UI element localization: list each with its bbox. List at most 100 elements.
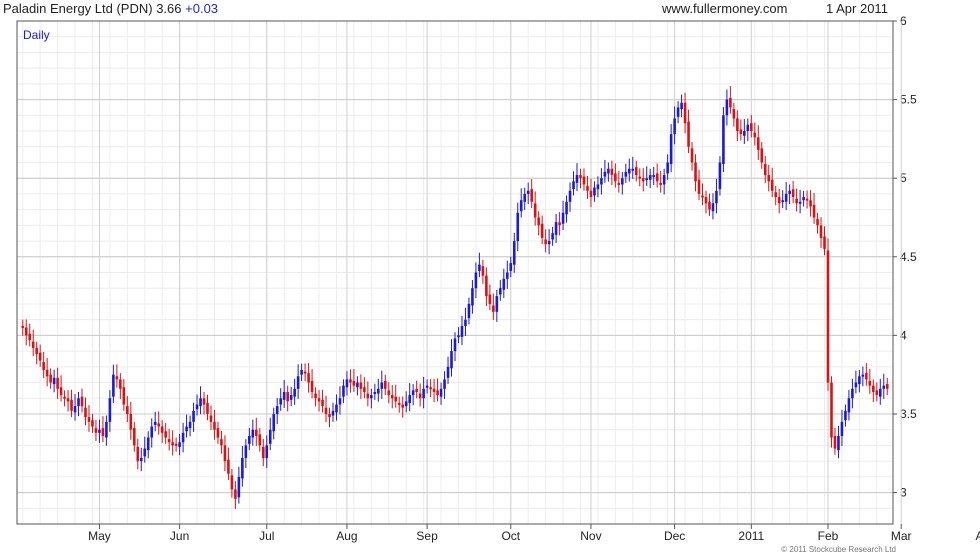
candle-body: [115, 376, 119, 380]
candle-body: [268, 429, 272, 444]
candle-body: [439, 388, 443, 397]
candle-body: [791, 189, 795, 198]
candle-body: [377, 388, 380, 394]
candle-body: [784, 193, 788, 202]
candle-body: [105, 421, 108, 438]
candle-body: [171, 442, 174, 446]
candle-body: [98, 429, 101, 433]
candle-body: [202, 398, 206, 405]
candle-body: [404, 401, 408, 407]
candle-body: [729, 98, 732, 108]
x-tick-label: Sep: [416, 529, 438, 543]
candle-body: [77, 398, 80, 407]
candle-body: [492, 305, 495, 312]
candle-body: [722, 115, 725, 165]
candle-body: [652, 175, 655, 178]
candle-body: [178, 442, 181, 447]
candle-body: [568, 190, 572, 202]
candle-body: [342, 385, 345, 397]
x-tick-label: Aug: [336, 529, 357, 543]
candle-body: [457, 335, 460, 338]
candle-body: [321, 399, 324, 407]
y-tick-label: 4.5: [900, 250, 917, 264]
candle-body: [732, 109, 736, 119]
candle-body: [49, 374, 52, 383]
candle-body: [241, 457, 244, 479]
candle-body: [530, 189, 533, 202]
candle-body: [216, 428, 220, 438]
candle-body: [666, 162, 669, 174]
candle-body: [593, 187, 596, 196]
price-chart: 33.544.555.56May Jun Jul Aug Sep Oct Nov Dec 201…: [16, 14, 980, 543]
candle-body: [512, 241, 516, 265]
candle-body: [408, 395, 411, 403]
candle-body: [87, 417, 91, 422]
candle-body: [70, 399, 73, 411]
candle-body: [345, 379, 349, 388]
candle-body: [812, 204, 816, 218]
candle-body: [255, 429, 258, 436]
candle-body: [495, 296, 499, 312]
candle-body: [680, 102, 683, 110]
candle-body: [56, 377, 59, 389]
candle-body: [436, 390, 439, 396]
candle-body: [418, 393, 422, 399]
candle-body: [24, 327, 28, 336]
candle-body: [505, 272, 509, 279]
candle-body: [875, 390, 879, 396]
candle-body: [760, 148, 764, 163]
candle-body: [209, 415, 213, 422]
candle-body: [565, 201, 568, 215]
candle-body: [317, 398, 321, 402]
candle-body: [478, 264, 481, 271]
candle-body: [816, 219, 819, 226]
candle-body: [167, 439, 171, 443]
candle-body: [35, 347, 38, 355]
candle-body: [234, 489, 237, 499]
candle-body: [45, 369, 49, 377]
candle-body: [380, 382, 384, 389]
candle-body: [282, 391, 286, 400]
candle-body: [502, 278, 506, 290]
candle-body: [443, 379, 446, 389]
y-tick-label: 3.5: [900, 407, 917, 421]
candle-body: [756, 137, 760, 150]
candle-body: [363, 387, 366, 392]
candle-body: [80, 396, 84, 407]
candle-body: [467, 303, 471, 319]
candle-body: [819, 225, 823, 238]
candle-body: [237, 476, 241, 498]
candle-body: [293, 388, 296, 397]
candle-body: [882, 385, 886, 389]
candle-body: [335, 404, 338, 413]
candle-body: [826, 250, 830, 383]
candle-body: [328, 413, 331, 418]
candle-body: [805, 198, 809, 201]
candle-body: [108, 398, 112, 422]
candle-body: [296, 376, 300, 389]
candle-body: [861, 374, 865, 377]
period-label: Daily: [23, 28, 50, 42]
candle-body: [617, 182, 621, 185]
candle-body: [460, 325, 464, 337]
candle-body: [356, 382, 359, 388]
candle-body: [544, 239, 547, 245]
candle-body: [586, 186, 589, 191]
candle-body: [349, 379, 352, 383]
candle-body: [830, 382, 833, 438]
candle-body: [659, 182, 662, 185]
candle-body: [739, 129, 743, 135]
candle-body: [192, 410, 195, 422]
candle-body: [481, 266, 485, 276]
candle-body: [153, 421, 157, 425]
candle-body: [575, 175, 579, 183]
candle-body: [28, 333, 32, 341]
x-tick-label: Nov: [580, 529, 601, 543]
candle-body: [697, 179, 701, 194]
candle-body: [774, 192, 778, 198]
candle-body: [718, 162, 722, 190]
candle-body: [858, 376, 861, 385]
candle-body: [307, 373, 310, 383]
candle-body: [551, 233, 554, 240]
candle-body: [432, 388, 436, 392]
